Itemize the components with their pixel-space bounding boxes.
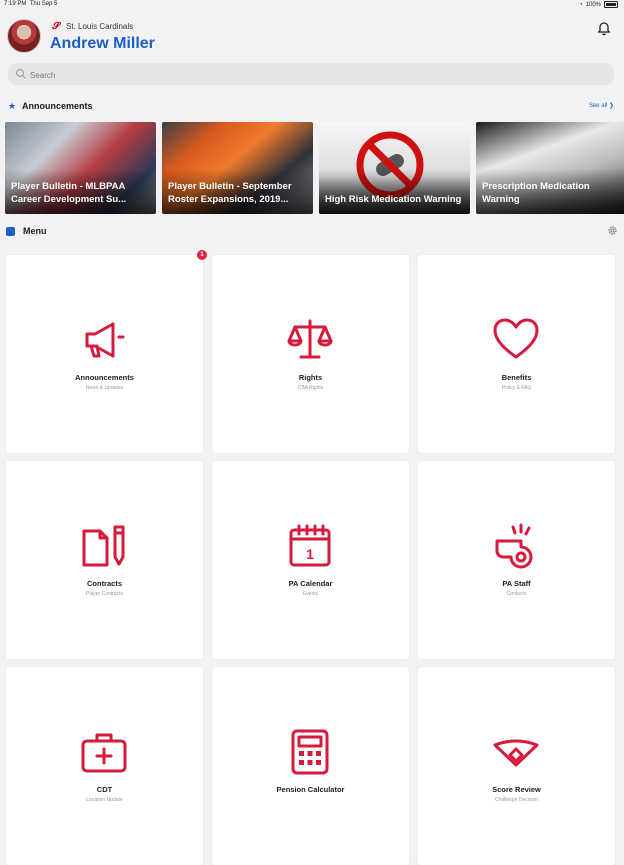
menu-tile-pa-staff[interactable]: PA Staff Contacts (418, 461, 615, 659)
calendar-icon: 1 (289, 524, 331, 567)
medkit-icon (81, 733, 127, 773)
user-name: Andrew Miller (50, 35, 155, 52)
menu-icon (6, 227, 15, 236)
announcement-card[interactable]: Player Bulletin - September Roster Expan… (162, 122, 313, 214)
avatar[interactable] (7, 19, 41, 53)
cardinals-logo-icon: 𝓢 (52, 21, 60, 32)
announcement-card-caption: High Risk Medication Warning (325, 194, 462, 205)
tile-subtitle: Challenge Decision (494, 797, 539, 803)
notification-badge: 1 (197, 250, 207, 260)
announcement-card-caption: Player Bulletin - MLBPAA Career Developm… (11, 181, 127, 205)
tile-title: Contracts (86, 579, 122, 588)
tile-title: Benefits (501, 373, 532, 382)
tile-subtitle: Location Update (86, 797, 123, 803)
heart-icon (493, 318, 539, 359)
menu-tile-pa-calendar[interactable]: 1 PA Calendar Events (212, 461, 409, 659)
battery-percent: 100% (585, 1, 601, 8)
announcements-section-title: Announcements (22, 101, 93, 111)
menu-tile-rights[interactable]: Rights CBA Rights (212, 255, 409, 453)
tile-subtitle: Events (302, 591, 319, 597)
announcement-card[interactable]: Player Bulletin - MLBPAA Career Developm… (5, 122, 156, 214)
calculator-icon (291, 729, 329, 775)
field-icon (493, 739, 539, 767)
header: 𝓢 St. Louis Cardinals Andrew Miller (0, 10, 624, 66)
menu-tile-announcements[interactable]: Announcements News & Updates (6, 255, 203, 453)
tile-title: Pension Calculator (276, 785, 345, 794)
status-bar: 7:19 PM Thu Sep 5 ◔ 100% (0, 0, 624, 10)
announcement-card-caption: Player Bulletin - September Roster Expan… (168, 181, 292, 205)
status-time: 7:19 PM Thu Sep 5 (4, 1, 58, 7)
announcement-carousel[interactable]: Player Bulletin - MLBPAA Career Developm… (5, 122, 624, 215)
announcement-card[interactable]: Prescription Medication Warning (476, 122, 624, 214)
team-name: St. Louis Cardinals (66, 22, 134, 31)
menu-tile-contracts[interactable]: Contracts Player Contracts (6, 461, 203, 659)
scales-icon (287, 319, 333, 359)
tile-title: Announcements (75, 373, 134, 382)
menu-tile-score-review[interactable]: Score Review Challenge Decision (418, 667, 615, 865)
tile-title: Score Review (492, 785, 541, 794)
megaphone-icon (85, 322, 125, 358)
tile-title: PA Calendar (288, 579, 333, 588)
menu-section-title: Menu (23, 226, 47, 236)
search-bar[interactable] (8, 63, 614, 85)
tile-title: CDT (96, 785, 113, 794)
battery-icon (604, 1, 618, 8)
tile-subtitle: Policy & FAQ (501, 385, 532, 391)
wifi-icon: ◔ (579, 1, 583, 8)
see-all-link[interactable]: See all ❯ (589, 102, 614, 109)
tile-subtitle: Contacts (506, 591, 527, 597)
search-icon (16, 69, 26, 79)
tile-subtitle: CBA Rights (297, 385, 324, 391)
star-icon: ★ (8, 101, 17, 111)
menu-tile-cdt[interactable]: CDT Location Update (6, 667, 203, 865)
menu-tile-pension-calculator[interactable]: Pension Calculator (212, 667, 409, 865)
contract-icon (82, 525, 125, 567)
tile-title: PA Staff (502, 579, 531, 588)
whistle-icon (495, 523, 533, 569)
gear-icon[interactable] (607, 225, 618, 236)
announcements-section-header: ★ Announcements See all ❯ (8, 100, 616, 114)
tile-subtitle: Player Contracts (86, 591, 123, 597)
menu-section-header: Menu (6, 225, 618, 239)
tile-subtitle: News & Updates (85, 385, 124, 391)
svg-text:1: 1 (306, 546, 314, 562)
tile-title: Rights (298, 373, 323, 382)
search-input[interactable] (28, 65, 592, 85)
menu-tile-benefits[interactable]: Benefits Policy & FAQ (418, 255, 615, 453)
announcement-card-caption: Prescription Medication Warning (482, 181, 590, 205)
bell-icon[interactable] (596, 21, 612, 37)
status-right: ◔ 100% (579, 1, 618, 8)
announcement-card[interactable]: High Risk Medication Warning (319, 122, 470, 214)
card-shade (319, 169, 470, 214)
